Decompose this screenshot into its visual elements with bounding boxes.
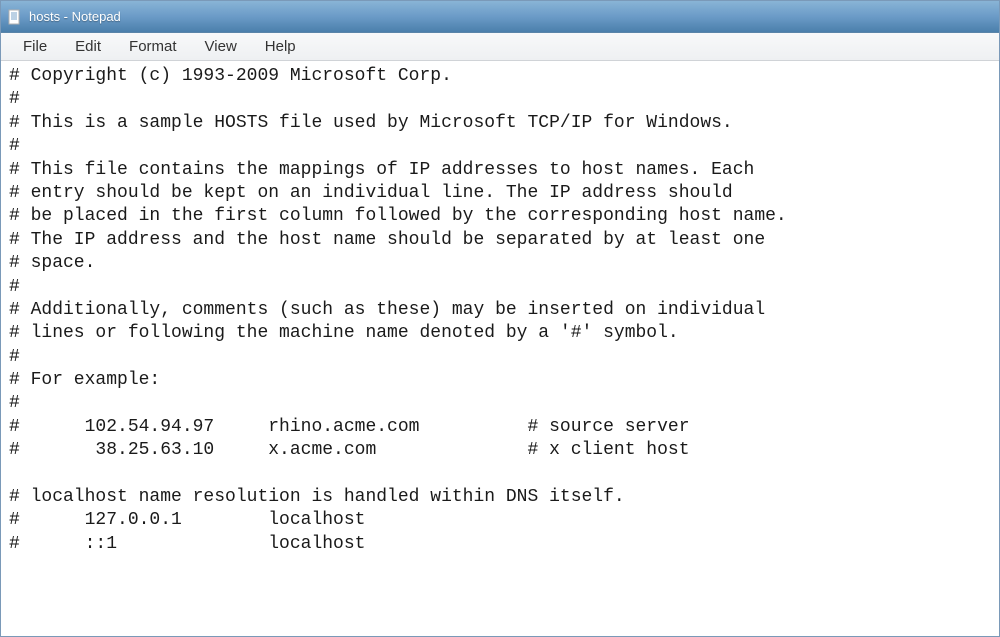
editor-area[interactable]: # Copyright (c) 1993-2009 Microsoft Corp… — [1, 61, 999, 636]
menu-file[interactable]: File — [9, 35, 61, 58]
menu-format[interactable]: Format — [115, 35, 191, 58]
editor-content[interactable]: # Copyright (c) 1993-2009 Microsoft Corp… — [9, 65, 991, 632]
menubar: File Edit Format View Help — [1, 33, 999, 61]
menu-view[interactable]: View — [191, 35, 251, 58]
window-title: hosts - Notepad — [29, 9, 121, 24]
notepad-window: hosts - Notepad File Edit Format View He… — [0, 0, 1000, 637]
notepad-icon — [7, 9, 23, 25]
titlebar[interactable]: hosts - Notepad — [1, 1, 999, 33]
menu-help[interactable]: Help — [251, 35, 310, 58]
menu-edit[interactable]: Edit — [61, 35, 115, 58]
